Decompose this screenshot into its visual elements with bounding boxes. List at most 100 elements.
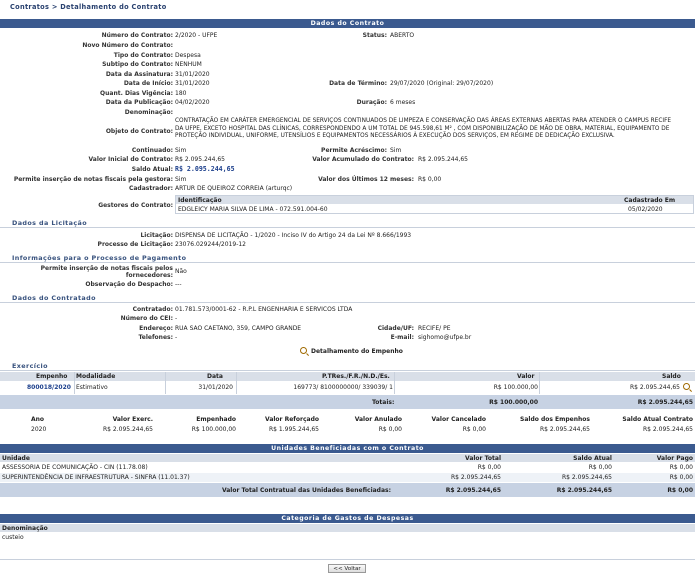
empenho-row: 800018/2020 Estimativo 31/01/2020 169773…: [0, 382, 695, 394]
totais-valor: R$ 100.000,00: [489, 399, 538, 406]
telefones-label: Telefones:: [138, 334, 173, 341]
detalhamento-empenho-link[interactable]: Detalhamento do Empenho: [300, 346, 403, 356]
gestores-h1: Identificação: [178, 196, 222, 204]
ultimos12-label: Valor dos Últimos 12 meses:: [318, 176, 414, 183]
pagamento-title: Informações para o Processo de Pagamento: [12, 254, 187, 262]
detalhamento-empenho-label: Detalhamento do Empenho: [311, 348, 403, 355]
unidade-nome: SUPERINTENDÊNCIA DE INFRAESTRUTURA - SIN…: [2, 474, 190, 481]
assinatura-label: Data da Assinatura:: [105, 71, 173, 78]
contratado-value: 01.781.573/0001-62 - R.P.L ENGENHARIA E …: [175, 306, 353, 313]
ex-h-anulado: Valor Anulado: [354, 416, 402, 423]
notas-gestora-label: Permite inserção de notas fiscais pela g…: [13, 176, 173, 183]
cadastrador-label: Cadastrador:: [128, 185, 173, 192]
unidade-row: SUPERINTENDÊNCIA DE INFRAESTRUTURA - SIN…: [0, 473, 695, 482]
unidade-valor-pago: R$ 0,00: [669, 474, 693, 481]
breadcrumb: Contratos > Detalhamento do Contrato: [10, 3, 167, 11]
un-h-unidade: Unidade: [2, 454, 30, 462]
un-h-saldo-atual: Saldo Atual: [573, 454, 612, 462]
status-label: Status:: [362, 32, 387, 39]
email-value: sighomo@ufpe.br: [418, 334, 472, 341]
ex-ano: 2020: [31, 426, 47, 433]
view-empenho-icon[interactable]: [683, 383, 690, 390]
exercicio-summary-header: Ano Valor Exerc. Empenhado Valor Reforça…: [0, 416, 695, 425]
objeto-value: CONTRATAÇÃO EM CARÁTER EMERGENCIAL DE SE…: [175, 118, 672, 139]
denominacao-label: Denominação:: [124, 109, 173, 116]
termino-label: Data de Término:: [329, 80, 387, 87]
notas-fornecedores-value: Não: [175, 268, 187, 275]
categoria-value: custeio: [2, 534, 24, 541]
empenho-link[interactable]: 800018/2020: [27, 384, 71, 391]
saldo-value: R$ 2.095.244,65: [175, 165, 235, 173]
unidades-header: Unidades Beneficiadas com o Contrato: [0, 444, 695, 453]
ex-h-cancelado: Valor Cancelado: [431, 416, 486, 423]
empenho-col-valor: Valor: [517, 373, 535, 380]
categoria-footer: [0, 544, 695, 560]
licitacao-divider: [0, 227, 695, 228]
cei-value: -: [175, 315, 178, 322]
subtipo-label: Subtipo do Contrato:: [102, 61, 173, 68]
ultimos12-value: R$ 0,00: [418, 176, 442, 183]
publicacao-value: 04/02/2020: [175, 99, 210, 106]
subtipo-value: NENHUM: [175, 61, 202, 68]
ex-empenhado: R$ 100.000,00: [191, 426, 236, 433]
notas-fornecedores-label-1: Permite inserção de notas fiscais pelos: [40, 265, 173, 272]
numero-label: Número do Contrato:: [101, 32, 173, 39]
ex-reforcado: R$ 1.995.244,65: [269, 426, 319, 433]
unidades-total-saldo: R$ 2.095.244,65: [556, 487, 612, 494]
empenho-data: 31/01/2020: [198, 384, 233, 391]
continuado-label: Continuado:: [131, 147, 173, 154]
unidades-total-pago: R$ 0,00: [667, 487, 693, 494]
voltar-button[interactable]: << Voltar: [328, 564, 366, 573]
ex-h-saldo-empenhos: Saldo dos Empenhos: [520, 416, 590, 423]
licitacao-title: Dados da Licitação: [12, 219, 88, 227]
saldo-label: Saldo Atual:: [131, 166, 173, 173]
licitacao-value: DISPENSA DE LICITAÇÃO - 1/2020 - Inciso …: [175, 232, 412, 239]
ex-h-saldo-atual: Saldo Atual Contrato: [622, 416, 693, 423]
cei-label: Número do CEI:: [120, 315, 173, 322]
licitacao-label: Licitação:: [140, 232, 173, 239]
objeto-label: Objeto do Contrato:: [105, 128, 173, 135]
exercicio-title: Exercício: [12, 362, 48, 370]
continuado-value: Sim: [175, 147, 187, 154]
ex-valor-exerc: R$ 2.095.244,65: [103, 426, 153, 433]
unidade-valor-pago: R$ 0,00: [669, 464, 693, 471]
unidades-table-header: Unidade Valor Total Saldo Atual Valor Pa…: [0, 454, 695, 462]
processo-value: 23076.029244/2019-12: [175, 241, 246, 248]
ex-h-reforcado: Valor Reforçado: [265, 416, 319, 423]
novo-numero-label: Novo Número do Contrato:: [82, 42, 173, 49]
un-h-valor-pago: Valor Pago: [656, 454, 693, 462]
un-h-valor-total: Valor Total: [465, 454, 501, 462]
ex-saldo-atual: R$ 2.095.244,65: [643, 426, 693, 433]
empenho-ptres: 169773/ 8100000000/ 339039/ 1: [293, 384, 393, 391]
dados-contrato-header: Dados do Contrato: [0, 19, 695, 28]
cidade-label: Cidade/UF:: [377, 325, 414, 332]
endereco-label: Endereço:: [139, 325, 173, 332]
ex-h-valor-exerc: Valor Exerc.: [112, 416, 153, 423]
valor-acumulado-label: Valor Acumulado do Contrato:: [312, 156, 414, 163]
cadastrador-value: ARTUR DE QUEIROZ CORREIA (arturqc): [175, 185, 293, 192]
valor-inicial-value: R$ 2.095.244,65: [175, 156, 225, 163]
contratado-title: Dados do Contratado: [12, 294, 96, 302]
inicio-value: 31/01/2020: [175, 80, 210, 87]
dias-value: 180: [175, 90, 187, 97]
empenho-totals-row: Totais: R$ 100.000,00 R$ 2.095.244,65: [0, 395, 695, 409]
notas-gestora-value: Sim: [175, 176, 187, 183]
observacao-value: ---: [175, 281, 182, 288]
contratado-divider: [0, 302, 695, 303]
categoria-table-header: Denominação: [0, 524, 695, 532]
exercicio-divider: [0, 370, 695, 371]
assinatura-value: 31/01/2020: [175, 71, 210, 78]
processo-label: Processo de Licitação:: [97, 241, 173, 248]
tipo-label: Tipo do Contrato:: [113, 52, 173, 59]
publicacao-label: Data da Publicação:: [105, 99, 173, 106]
unidade-saldo-atual: R$ 0,00: [588, 464, 612, 471]
acrescimo-label: Permite Acréscimo:: [321, 147, 387, 154]
empenho-col-saldo: Saldo: [662, 373, 681, 380]
contratado-label: Contratado:: [132, 306, 173, 313]
gestores-table: Identificação Cadastrado Em EDGLEICY MAR…: [175, 195, 694, 214]
empenho-valor: R$ 100.000,00: [493, 384, 538, 391]
gestores-h2: Cadastrado Em: [624, 196, 676, 204]
unidade-saldo-atual: R$ 2.095.244,65: [562, 474, 612, 481]
gestor-data: 05/02/2020: [628, 206, 663, 213]
ex-anulado: R$ 0,00: [378, 426, 402, 433]
